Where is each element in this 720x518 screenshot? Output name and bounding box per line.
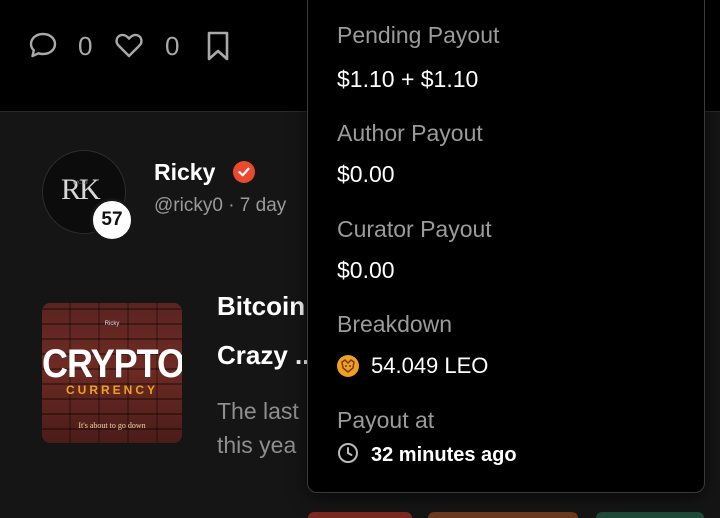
leo-token-icon bbox=[337, 355, 359, 377]
post-title-line-2[interactable]: Crazy ... bbox=[217, 340, 317, 371]
meta-separator: · bbox=[228, 195, 235, 216]
breakdown-amount: 54.049 LEO bbox=[371, 353, 489, 378]
pending-payout-value: $1.10 + $1.10 bbox=[337, 66, 479, 92]
breakdown-row: 54.049 LEO bbox=[337, 353, 488, 379]
author-payout-value: $0.00 bbox=[337, 161, 395, 187]
bookmark-button[interactable] bbox=[206, 30, 230, 62]
tag-chip[interactable] bbox=[428, 512, 578, 518]
like-button[interactable] bbox=[114, 30, 144, 60]
post-time: 7 day bbox=[239, 195, 287, 216]
author-meta: @ricky0 · 7 day bbox=[154, 195, 286, 217]
post-title-line-1[interactable]: Bitcoin bbox=[217, 291, 305, 322]
payout-at-value: 32 minutes ago bbox=[371, 444, 517, 466]
clock-icon bbox=[337, 442, 359, 469]
thumbnail-headline: CRYPTO bbox=[42, 340, 182, 386]
like-count: 0 bbox=[165, 31, 180, 61]
comment-icon bbox=[28, 30, 58, 60]
reputation-badge: 57 bbox=[90, 198, 134, 242]
author-payout-label: Author Payout bbox=[337, 120, 483, 146]
heart-icon bbox=[114, 30, 144, 60]
post-excerpt-line-1: The last bbox=[217, 398, 299, 424]
thumbnail-top-text: Ricky bbox=[104, 321, 120, 327]
payout-at-row: 32 minutes ago bbox=[337, 442, 517, 469]
pending-payout-label: Pending Payout bbox=[337, 22, 500, 48]
author-name[interactable]: Ricky bbox=[154, 159, 215, 186]
post-thumbnail[interactable]: Ricky CRYPTO CURRENCY It's about to go d… bbox=[42, 303, 182, 443]
tag-chip[interactable] bbox=[308, 512, 412, 518]
verified-icon bbox=[233, 161, 255, 183]
comment-button[interactable] bbox=[28, 30, 58, 60]
thumbnail-footer: It's about to go down bbox=[78, 421, 146, 430]
payout-popover: Pending Payout $1.10 + $1.10 Author Payo… bbox=[307, 0, 705, 493]
curator-payout-value: $0.00 bbox=[337, 257, 395, 283]
payout-at-label: Payout at bbox=[337, 407, 435, 433]
bookmark-icon bbox=[206, 30, 230, 62]
curator-payout-label: Curator Payout bbox=[337, 216, 492, 242]
author-handle[interactable]: @ricky0 bbox=[154, 195, 223, 216]
breakdown-label: Breakdown bbox=[337, 311, 453, 337]
comment-count: 0 bbox=[78, 31, 93, 61]
post-excerpt-line-2: this yea bbox=[217, 432, 297, 458]
tag-chip[interactable] bbox=[596, 512, 704, 518]
avatar-subtext: RICKY bbox=[73, 181, 89, 186]
thumbnail-subline: CURRENCY bbox=[65, 383, 158, 397]
avatar-monogram: RK bbox=[61, 173, 101, 206]
